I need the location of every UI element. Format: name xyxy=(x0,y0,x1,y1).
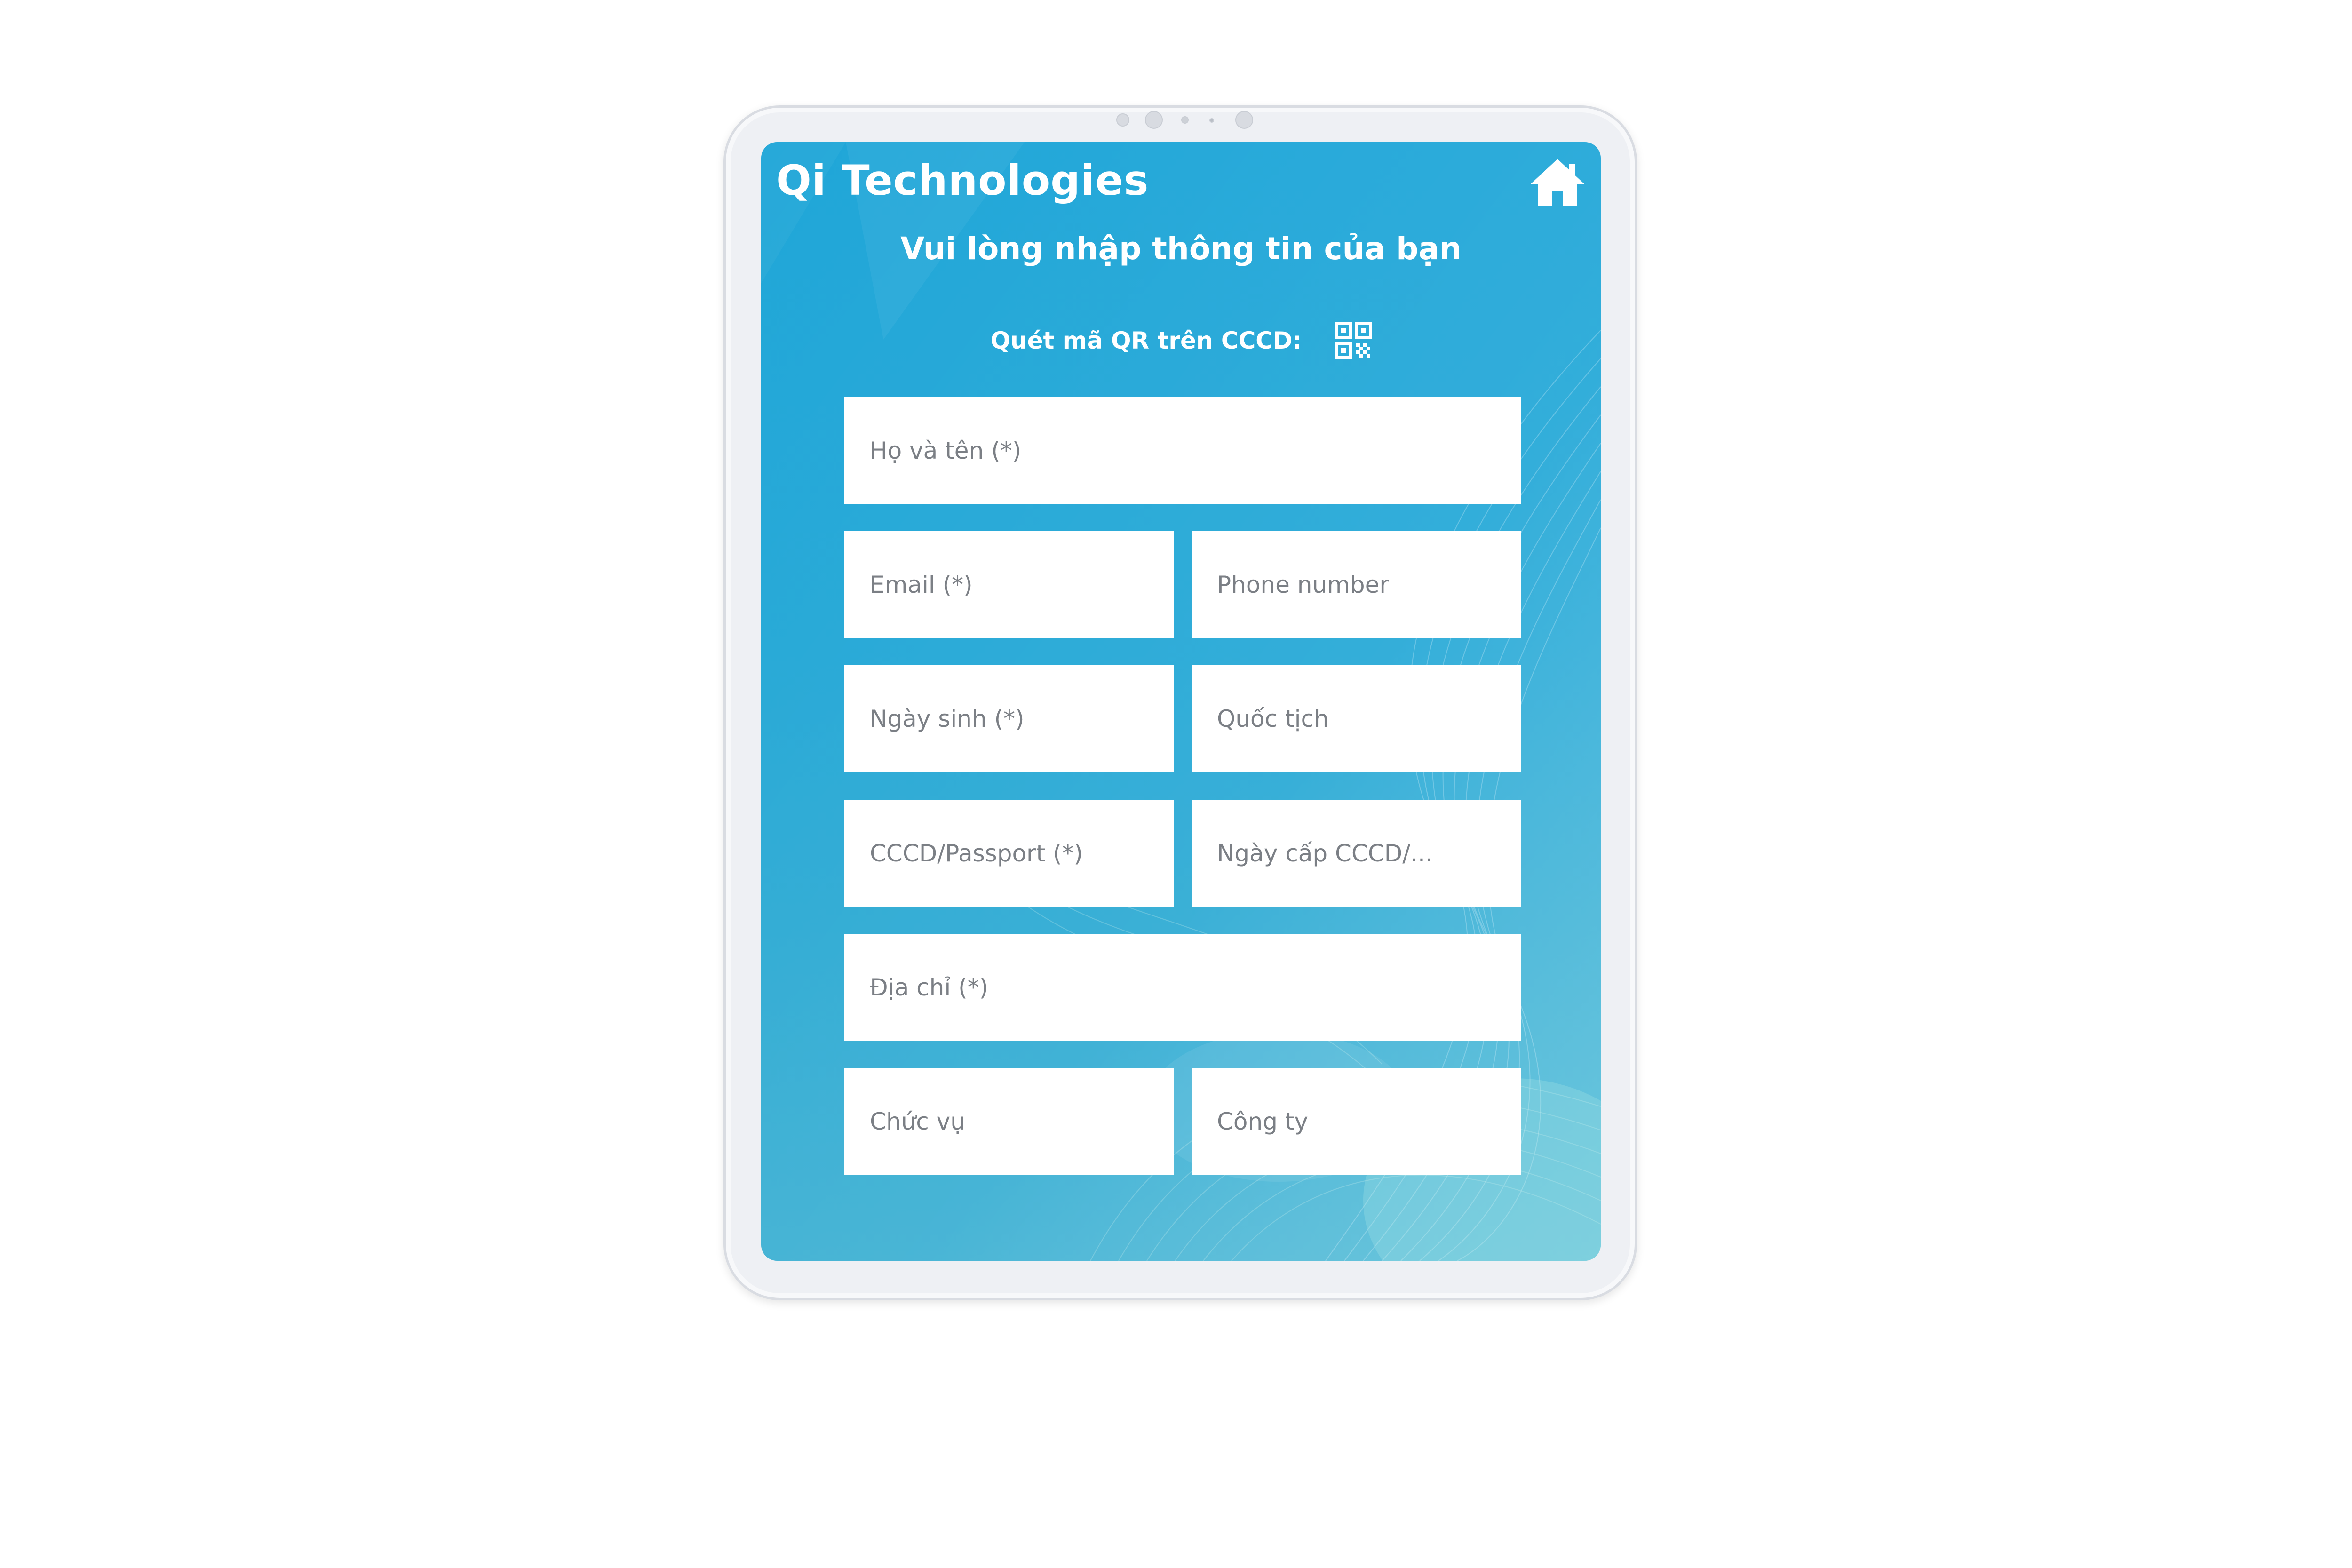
email-field[interactable]: Email (*) xyxy=(844,531,1174,638)
company-field[interactable]: Công ty xyxy=(1192,1068,1521,1175)
position-field[interactable]: Chức vụ xyxy=(844,1068,1174,1175)
id-issue-date-field[interactable]: Ngày cấp CCCD/... xyxy=(1192,800,1521,907)
qr-scan-label: Quét mã QR trên CCCD: xyxy=(990,327,1302,354)
camera-lens xyxy=(1145,111,1163,129)
nationality-field[interactable]: Quốc tịch xyxy=(1192,665,1521,772)
camera-dot xyxy=(1116,113,1129,127)
phone-field[interactable]: Phone number xyxy=(1192,531,1521,638)
tablet-screen: Qi Technologies Vui lòng nhập thông tin … xyxy=(761,142,1601,1261)
sensor-dot xyxy=(1181,116,1189,124)
home-icon[interactable] xyxy=(1528,157,1587,208)
address-field[interactable]: Địa chỉ (*) xyxy=(844,934,1521,1041)
sensor-pinhole xyxy=(1209,118,1214,123)
camera-lens-secondary xyxy=(1235,111,1253,129)
full-name-field[interactable]: Họ và tên (*) xyxy=(844,397,1521,504)
qr-code-icon[interactable] xyxy=(1335,322,1372,359)
dob-field[interactable]: Ngày sinh (*) xyxy=(844,665,1174,772)
app-title: Qi Technologies xyxy=(776,156,1149,205)
id-number-field[interactable]: CCCD/Passport (*) xyxy=(844,800,1174,907)
form-heading: Vui lòng nhập thông tin của bạn xyxy=(900,231,1462,267)
qr-scan-row: Quét mã QR trên CCCD: xyxy=(761,322,1601,359)
